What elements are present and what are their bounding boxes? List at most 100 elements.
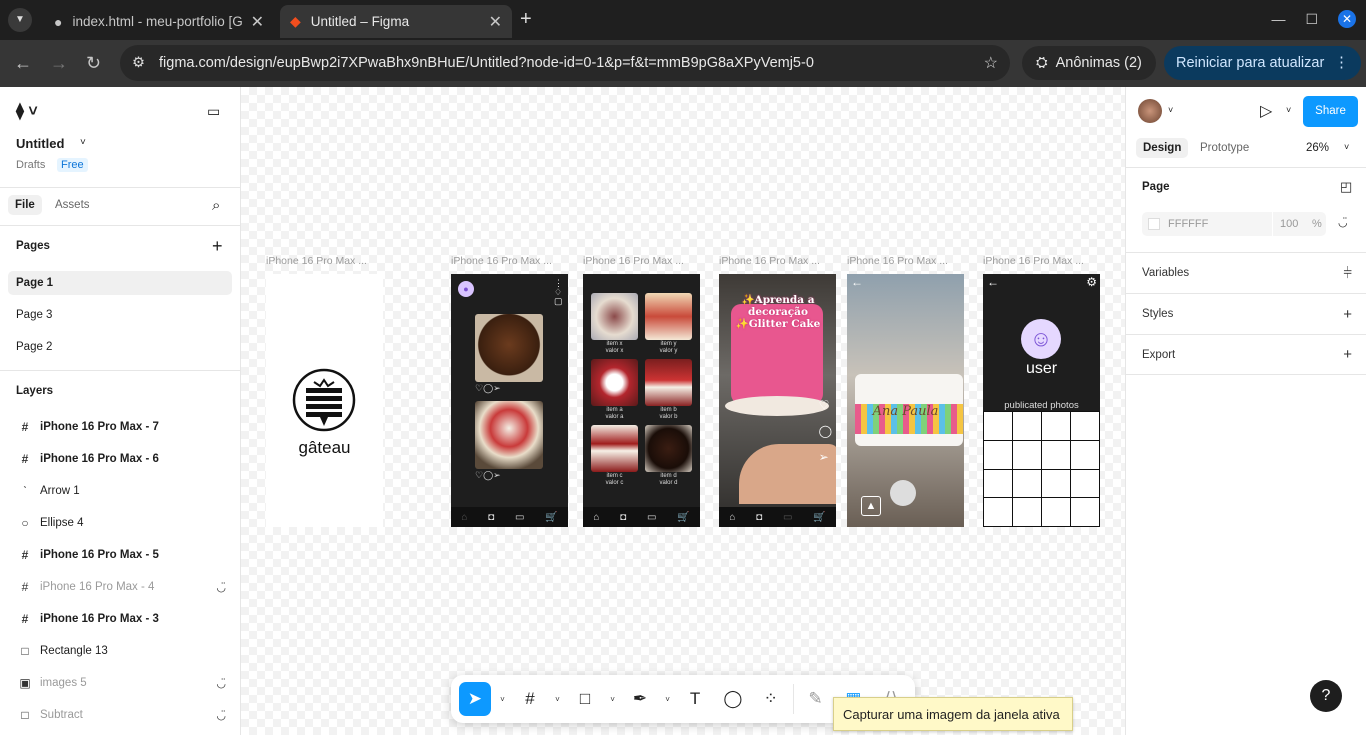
search-icon[interactable]: ⌕ [212, 197, 220, 214]
drafts-label[interactable]: Drafts [16, 159, 45, 171]
frame-label[interactable]: iPhone 16 Pro Max ... [266, 255, 367, 267]
right-sidebar: ˅ ▷ ˅ Share Design Prototype 26% ˅ Page … [1125, 87, 1366, 735]
text-tool-icon[interactable]: T [679, 682, 711, 716]
layer-item[interactable]: ▣ images 5 ◡̈ [0, 667, 240, 699]
frame-label[interactable]: iPhone 16 Pro Max ... [983, 255, 1084, 267]
share-button[interactable]: Share [1303, 96, 1358, 127]
variables-section[interactable]: Variables ⫩ [1126, 252, 1366, 293]
layer-item[interactable]: ˋ Arrow 1 [0, 475, 240, 507]
incognito-icon: ⛭ [1036, 55, 1048, 71]
page-color-field[interactable]: FFFFFF 100 % [1142, 212, 1326, 236]
close-tab-icon[interactable]: ✕ [251, 12, 264, 32]
file-name[interactable]: Untitled [16, 136, 64, 151]
tab-assets[interactable]: Assets [55, 199, 90, 211]
cake-image [645, 359, 692, 406]
layer-item[interactable]: # iPhone 16 Pro Max - 4 ◡̈ [0, 571, 240, 603]
pen-tool-icon[interactable]: ✒ [624, 682, 656, 716]
tab-figma[interactable]: ◆ Untitled – Figma ✕ [280, 5, 512, 38]
incognito-indicator[interactable]: ⛭ Anônimas (2) [1022, 46, 1156, 80]
back-icon[interactable]: ← [14, 53, 32, 74]
chevron-down-icon[interactable]: ˅ [1168, 105, 1173, 115]
canvas[interactable]: iPhone 16 Pro Max ... iPhone 16 Pro Max … [241, 87, 1125, 735]
chevron-down-icon[interactable]: ˅ [607, 695, 618, 704]
photo-cell [1071, 469, 1099, 498]
frame-label[interactable]: iPhone 16 Pro Max ... [583, 255, 684, 267]
layer-item[interactable]: # iPhone 16 Pro Max - 6 [0, 443, 240, 475]
frame-splash[interactable]: gâteau [266, 274, 383, 527]
page-opacity-value[interactable]: 100 [1280, 218, 1298, 230]
help-button[interactable]: ? [1310, 680, 1342, 712]
photo-cell [1042, 498, 1070, 526]
add-page-icon[interactable]: + [212, 236, 223, 257]
reload-icon[interactable]: ↻ [86, 53, 101, 74]
divider [1272, 212, 1273, 236]
chevron-down-icon[interactable]: ˅ [1344, 142, 1349, 152]
page-item-2[interactable]: Page 2 [8, 335, 232, 359]
zoom-level[interactable]: 26% [1306, 142, 1329, 154]
present-play-icon[interactable]: ▷ [1260, 101, 1272, 121]
tab-design[interactable]: Design [1136, 138, 1189, 158]
layer-item[interactable]: □ Subtract ◡̈ [0, 699, 240, 731]
page-item-3[interactable]: Page 3 [8, 303, 232, 327]
photo-cell [1042, 469, 1070, 498]
tab-search-button[interactable]: ▼ [8, 8, 32, 32]
new-tab-button[interactable]: + [520, 8, 532, 31]
page-color-value[interactable]: FFFFFF [1168, 218, 1208, 230]
frame-video[interactable]: ✨Aprenda a decoração ✨Glitter Cake ♡ ◯ ➢ ⌂… [719, 274, 836, 527]
bookmark-star-icon[interactable]: ☆ [984, 53, 998, 73]
address-bar[interactable]: ⚙ figma.com/design/eupBwp2i7XPwaBhx9nBHu… [120, 45, 1010, 81]
layer-item[interactable]: ○ Ellipse 4 [0, 507, 240, 539]
site-settings-icon[interactable]: ⚙ [132, 55, 145, 71]
frame-camera[interactable]: ← Ana Paula ▲ [847, 274, 964, 527]
rectangle-tool-icon[interactable]: □ [569, 682, 601, 716]
variables-icon[interactable]: ⫩ [1343, 265, 1352, 282]
layer-item[interactable]: # iPhone 16 Pro Max - 5 [0, 539, 240, 571]
styles-section[interactable]: Styles + [1126, 293, 1366, 334]
frame-label[interactable]: iPhone 16 Pro Max ... [451, 255, 552, 267]
chevron-down-icon[interactable]: ˅ [662, 695, 673, 704]
tab-prototype[interactable]: Prototype [1200, 142, 1249, 154]
layer-item[interactable]: # iPhone 16 Pro Max - 3 [0, 603, 240, 635]
layer-item[interactable]: # iPhone 16 Pro Max - 7 [0, 411, 240, 443]
export-section[interactable]: Export + [1126, 334, 1366, 375]
eye-closed-icon[interactable]: ◡̈ [1338, 216, 1348, 229]
frame-label[interactable]: iPhone 16 Pro Max ... [847, 255, 948, 267]
chevron-down-icon[interactable]: ˅ [1286, 105, 1291, 115]
draw-mode-icon[interactable]: ✎ [800, 682, 832, 716]
move-tool-icon[interactable]: ➤ [459, 682, 491, 716]
color-swatch[interactable] [1148, 218, 1160, 230]
chevron-down-icon[interactable]: ˅ [80, 137, 86, 148]
forward-icon[interactable]: → [50, 53, 68, 74]
tab-file[interactable]: File [8, 195, 42, 215]
eye-closed-icon[interactable]: ◡̈ [216, 709, 226, 722]
more-vert-icon[interactable]: ⋮ [1334, 55, 1349, 71]
toggle-sidebar-icon[interactable]: ▭ [207, 103, 220, 120]
photo-cell [1013, 412, 1041, 440]
avatar[interactable] [1138, 99, 1162, 123]
chevron-down-icon[interactable]: ˅ [497, 695, 508, 704]
add-export-icon[interactable]: + [1343, 346, 1352, 363]
eye-closed-icon[interactable]: ◡̈ [216, 677, 226, 690]
eye-closed-icon[interactable]: ◡̈ [216, 581, 226, 594]
maximize-icon[interactable]: ☐ [1305, 11, 1318, 28]
figma-main-menu-icon[interactable]: ⧫ ˅ [16, 101, 38, 121]
layer-item[interactable]: □ Rectangle 13 [0, 635, 240, 667]
minimize-icon[interactable]: — [1271, 11, 1285, 27]
chevron-down-icon[interactable]: ˅ [552, 695, 563, 704]
close-tab-icon[interactable]: ✕ [489, 12, 502, 32]
restart-update-button[interactable]: Reiniciar para atualizar ⋮ [1164, 46, 1361, 80]
close-window-icon[interactable]: ✕ [1338, 10, 1356, 28]
frame-label[interactable]: iPhone 16 Pro Max ... [719, 255, 820, 267]
frame-profile[interactable]: ← ⚙ ☺ user publicated photos [983, 274, 1100, 527]
frame-feed[interactable]: ● ⋮ ♢ ▢ ♡◯➢ ♡◯➢ ⌂ ◘ ▭ 🛒 [451, 274, 568, 527]
page-styles-icon[interactable]: ◰ [1340, 179, 1352, 195]
actions-tool-icon[interactable]: ⁘ [755, 682, 787, 716]
page-item-1[interactable]: Page 1 [8, 271, 232, 295]
item-caption: item b valor b [659, 407, 678, 420]
frame-shop[interactable]: item x valor x item y valor y item a valor … [583, 274, 700, 527]
comment-tool-icon[interactable]: ◯ [717, 682, 749, 716]
tab-github[interactable]: ● index.html - meu-portfolio [G ✕ [44, 5, 274, 38]
add-style-icon[interactable]: + [1343, 306, 1352, 323]
cart-icon: 🛒 [677, 511, 690, 523]
frame-tool-icon[interactable]: # [514, 682, 546, 716]
